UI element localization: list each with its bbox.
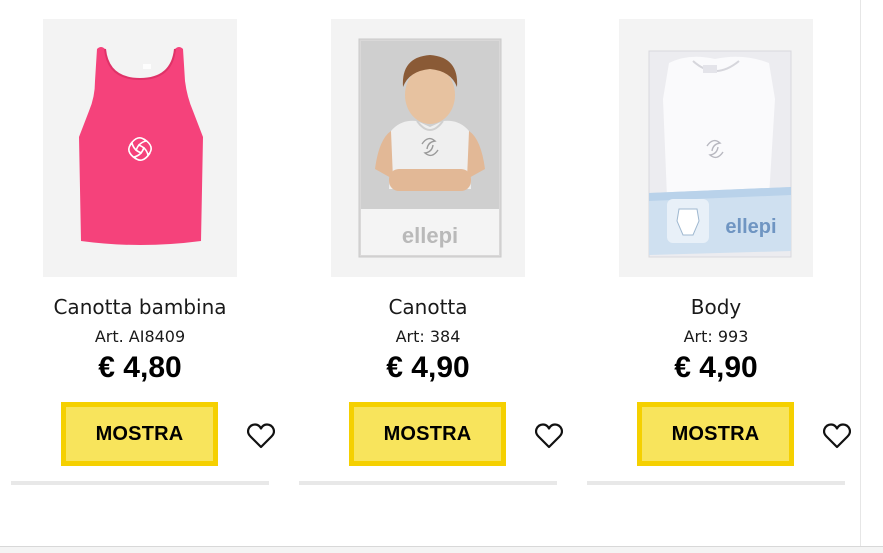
card-separator [299, 481, 557, 485]
mostra-button[interactable]: MOSTRA [637, 402, 794, 466]
product-image-link[interactable] [43, 19, 237, 277]
product-name[interactable]: Body [587, 294, 845, 320]
card-separator [11, 481, 269, 485]
product-card: ellepi Canotta Art: 384 € 4,90 MOSTRA [299, 0, 563, 490]
heart-icon[interactable] [535, 423, 563, 449]
white-body-package-image: ellepi [619, 19, 813, 277]
product-name[interactable]: Canotta [299, 294, 557, 320]
boy-undershirt-package-image: ellepi [331, 19, 525, 277]
mostra-button[interactable]: MOSTRA [349, 402, 506, 466]
product-card: ellepi Body Art: 993 € 4,90 MOSTRA [587, 0, 851, 490]
product-article-code: Art: 993 [683, 327, 749, 346]
product-image-link[interactable]: ellepi [331, 19, 525, 277]
heart-icon[interactable] [247, 423, 275, 449]
product-name[interactable]: Canotta bambina [11, 294, 269, 320]
ellepi-logo: ellepi [402, 223, 458, 248]
card-separator [587, 481, 845, 485]
product-price: € 4,90 [674, 351, 758, 384]
product-image-link[interactable]: ellepi [619, 19, 813, 277]
product-price: € 4,80 [98, 351, 182, 384]
product-article-code: Art. AI8409 [94, 327, 186, 346]
product-card: Canotta bambina Art. AI8409 € 4,80 MOSTR… [11, 0, 275, 490]
bottom-strip [0, 547, 883, 553]
ellepi-logo: ellepi [725, 216, 776, 238]
right-divider [860, 0, 861, 553]
heart-icon[interactable] [823, 423, 851, 449]
product-price: € 4,90 [386, 351, 470, 384]
mostra-button[interactable]: MOSTRA [61, 402, 218, 466]
product-article-code: Art: 384 [395, 327, 461, 346]
pink-tank-top-image [43, 19, 237, 277]
